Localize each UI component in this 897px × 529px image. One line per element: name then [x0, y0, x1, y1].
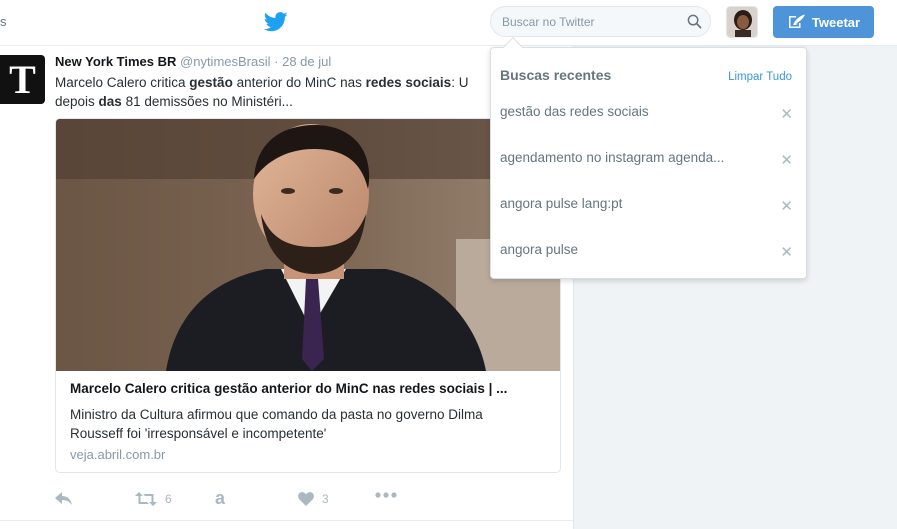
close-icon[interactable]: ✕ — [780, 105, 793, 123]
tweet-text-part: 81 demissões no Ministéri... — [121, 94, 293, 109]
close-icon[interactable]: ✕ — [780, 151, 793, 169]
tweet-text: Marcelo Calero critica gestão anterior d… — [55, 73, 560, 111]
header-separator: · — [274, 54, 279, 69]
tweet-text-part: anterior do MinC nas — [232, 75, 366, 90]
tweet-button-label: Tweetar — [811, 14, 861, 30]
link-preview-card[interactable]: Marcelo Calero critica gestão anterior d… — [55, 118, 561, 473]
search-input[interactable] — [502, 7, 682, 36]
recent-search-label[interactable]: angora pulse — [500, 242, 578, 257]
tweet-text-part: : U — [451, 75, 469, 90]
reply-button[interactable] — [55, 492, 73, 506]
recent-search-item[interactable]: gestão das redes sociais ✕ — [491, 93, 806, 133]
retweet-icon — [135, 492, 157, 506]
extra-action-label: a — [215, 488, 226, 508]
retweet-count: 6 — [165, 492, 172, 506]
search-icon[interactable] — [687, 14, 702, 29]
tweet-text-part: Marcelo Calero critica — [55, 75, 190, 90]
retweet-button[interactable]: 6 — [135, 492, 172, 506]
tweet-text-highlight: das — [98, 94, 122, 109]
like-count: 3 — [322, 492, 329, 506]
search-box — [490, 6, 711, 37]
card-image[interactable] — [56, 119, 560, 371]
card-title[interactable]: Marcelo Calero critica gestão anterior d… — [70, 381, 550, 396]
more-dots-icon — [375, 492, 397, 498]
tweet-text-part: depois — [55, 94, 99, 109]
more-button[interactable] — [375, 492, 397, 498]
card-description-line: Ministro da Cultura afirmou que comando … — [70, 407, 483, 422]
heart-icon — [298, 492, 314, 506]
user-avatar[interactable] — [726, 6, 758, 38]
tweet-date[interactable]: 28 de jul — [282, 54, 331, 69]
card-description: Ministro da Cultura afirmou que comando … — [70, 405, 540, 443]
top-nav-bar: s Tweetar — [0, 0, 897, 46]
compose-feather-icon — [788, 14, 805, 28]
close-icon[interactable]: ✕ — [780, 197, 793, 215]
extra-action-button[interactable]: a — [215, 488, 225, 509]
recent-search-item[interactable]: agendamento no instagram agenda... ✕ — [491, 139, 806, 179]
like-button[interactable]: 3 — [298, 492, 329, 506]
recent-search-label[interactable]: gestão das redes sociais — [500, 104, 649, 119]
author-name[interactable]: New York Times BR — [55, 54, 176, 69]
nav-edge-text[interactable]: s — [0, 14, 7, 29]
feed-divider — [0, 520, 573, 521]
recent-search-label[interactable]: angora pulse lang:pt — [500, 196, 622, 211]
tweet-item[interactable]: T New York Times BR @nytimesBrasil · 28 … — [0, 46, 573, 529]
card-url[interactable]: veja.abril.com.br — [70, 447, 165, 462]
recent-searches-title: Buscas recentes — [500, 67, 612, 83]
tweet-button[interactable]: Tweetar — [773, 6, 874, 38]
recent-searches-dropdown: Buscas recentes Limpar Tudo gestão das r… — [490, 37, 807, 279]
recent-search-item[interactable]: angora pulse lang:pt ✕ — [491, 185, 806, 225]
close-icon[interactable]: ✕ — [780, 243, 793, 261]
recent-search-item[interactable]: angora pulse ✕ — [491, 231, 806, 271]
author-handle[interactable]: @nytimesBrasil — [180, 54, 271, 69]
tweet-text-line-1: Marcelo Calero critica gestão anterior d… — [55, 73, 560, 92]
nyt-logo-letter: T — [9, 57, 36, 102]
tweet-text-highlight: redes sociais — [365, 75, 452, 90]
nyt-avatar-logo[interactable]: T — [0, 55, 45, 104]
twitter-bird-icon[interactable] — [264, 11, 288, 33]
tweet-text-highlight: gestão — [189, 75, 233, 90]
tweet-text-line-2: depois das 81 demissões no Ministéri... — [55, 92, 560, 111]
tweet-header: New York Times BR @nytimesBrasil · 28 de… — [55, 54, 331, 69]
reply-icon — [55, 492, 72, 505]
card-description-line: Rousseff foi 'irresponsável e incompeten… — [70, 426, 327, 441]
clear-all-link[interactable]: Limpar Tudo — [728, 71, 792, 83]
recent-search-label[interactable]: agendamento no instagram agenda... — [500, 150, 724, 165]
tweet-actions: 6 a 3 — [55, 488, 555, 516]
